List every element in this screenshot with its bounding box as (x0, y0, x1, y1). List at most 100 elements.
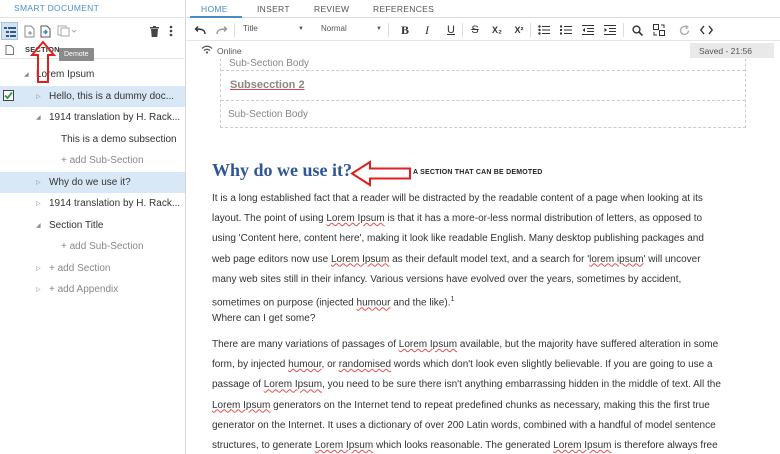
numbered-list-button[interactable] (559, 22, 573, 38)
checkbox-checked-icon[interactable] (3, 89, 14, 101)
source-code-button[interactable] (699, 22, 713, 38)
delete-button[interactable] (148, 22, 160, 40)
add-item-row[interactable]: + add Sub-Section (0, 236, 185, 257)
strikethrough-button[interactable]: S (469, 22, 481, 38)
expanded-caret-icon[interactable]: ◢ (36, 114, 41, 121)
undo-button[interactable] (193, 22, 207, 38)
section-tree-item[interactable]: ◢ 1914 translation by H. Rack... (0, 107, 185, 128)
save-status: Saved - 21:56 (690, 43, 774, 58)
spelling-flag: humour (288, 359, 322, 371)
bulleted-list-button[interactable] (537, 22, 551, 38)
subsection-body[interactable]: Sub-Section Body (228, 109, 308, 120)
collapsed-caret-icon[interactable]: ▷ (36, 93, 41, 100)
toolbar-separator (530, 23, 531, 37)
collapsed-caret-icon[interactable]: ▷ (36, 265, 41, 272)
tab-references[interactable]: REFERENCES (373, 4, 434, 14)
tree-item-label: + add Appendix (49, 284, 119, 295)
underline-button[interactable]: U (445, 22, 457, 38)
toolbar-separator (462, 23, 463, 37)
tree-item-label: + add Sub-Section (61, 241, 144, 252)
tree-item-label: 1914 translation by H. Rack... (49, 198, 181, 209)
superscript-button[interactable]: X² (512, 22, 526, 38)
section-tree-item[interactable]: ▷ 1914 translation by H. Rack... (0, 193, 185, 214)
refresh-button[interactable] (677, 22, 691, 38)
section-tree-item[interactable]: This is a demo subsection (0, 129, 185, 150)
outline-view-button[interactable] (1, 22, 18, 40)
tab-insert[interactable]: INSERT (257, 4, 290, 14)
chevron-down-icon: ▼ (376, 26, 382, 32)
footnote-marker[interactable]: 1 (450, 296, 454, 303)
expanded-caret-icon[interactable]: ◢ (24, 71, 29, 78)
kebab-menu-icon (169, 25, 173, 37)
refresh-icon (679, 24, 689, 35)
decrease-indent-button[interactable] (581, 22, 595, 38)
outdent-icon (582, 25, 594, 35)
add-item-row[interactable]: + add Sub-Section (0, 150, 185, 171)
demote-button[interactable] (38, 22, 52, 40)
increase-indent-button[interactable] (603, 22, 617, 38)
toolbar-separator (388, 23, 389, 37)
subscript-button[interactable]: X₂ (490, 22, 504, 38)
tab-home[interactable]: HOME (201, 4, 228, 14)
demote-icon (40, 25, 50, 37)
document-icon (5, 45, 14, 55)
subsection-title[interactable]: Subsecction 2 (230, 79, 305, 91)
text-run: generators on the Internet tend to repea… (270, 399, 710, 411)
redo-button[interactable] (215, 22, 229, 38)
text-run: web page editors now use (212, 253, 331, 265)
text-run: sometimes on purpose (injected (212, 297, 357, 309)
annotation-arrow-up (30, 40, 56, 83)
more-options-button[interactable] (166, 22, 176, 40)
section-heading[interactable]: Why do we use it? (212, 160, 352, 181)
section-tree-item[interactable]: ◢ Section Title (0, 215, 185, 236)
text-run: , you need to be sure there isn't anythi… (322, 379, 721, 391)
bold-button[interactable]: B (399, 22, 411, 38)
spelling-flag: Lorem Ipsum (398, 339, 458, 350)
section-paragraph[interactable]: There are many variations of passages of… (212, 335, 752, 454)
add-section-button[interactable] (22, 22, 36, 40)
replace-button[interactable] (652, 22, 666, 38)
copy-button[interactable] (56, 22, 78, 40)
tree-item-label: Hello, this is a dummy doc... (49, 90, 175, 102)
section-paragraph[interactable]: It is a long established fact that a rea… (212, 189, 752, 314)
spelling-flag: Lorem Ipsum (330, 253, 390, 265)
search-button[interactable] (630, 22, 644, 38)
list-tree-icon (3, 26, 16, 37)
collapsed-caret-icon[interactable]: ▷ (36, 286, 41, 293)
add-item-row[interactable]: ▷ + add Appendix (0, 279, 185, 300)
style-select[interactable]: Title (243, 24, 258, 33)
text-run: generator on the Internet. It uses a dic… (212, 419, 716, 431)
tree-item-label: + add Sub-Section (61, 155, 144, 166)
document-editor[interactable]: Sub-Section Body Subsecction 2 Sub-Secti… (187, 59, 780, 454)
text-run: It is a long established fact that a rea… (212, 193, 703, 204)
text-run: form, by injected (212, 359, 289, 371)
text-run: available, but the majority have suffere… (457, 339, 719, 350)
section-paragraph[interactable]: Where can I get some? (212, 309, 752, 329)
subsection-body[interactable]: Sub-Section Body (229, 59, 309, 69)
spelling-flag: randomised (338, 359, 392, 371)
numbered-list-icon (560, 25, 572, 35)
text-run: as their default model text, and a searc… (389, 253, 590, 265)
bullet-list-icon (538, 25, 550, 35)
toolbar-separator (234, 23, 235, 37)
collapsed-caret-icon[interactable]: ▷ (36, 200, 41, 207)
formatting-toolbar: Title ▼ Normal ▼ B I U S X₂ X² (187, 19, 780, 41)
left-panel: SMART DOCUMENT SECTION ◢ Lorem Ipsum ▷ H… (0, 0, 186, 454)
trash-icon (149, 25, 159, 37)
tab-review[interactable]: REVIEW (314, 4, 349, 14)
size-select[interactable]: Normal (321, 24, 347, 33)
collapsed-caret-icon[interactable]: ▷ (36, 179, 41, 186)
spelling-flag: humour (356, 297, 391, 309)
text-run: layout. The point of using (212, 213, 327, 225)
italic-button[interactable]: I (421, 22, 433, 38)
section-tree-item[interactable]: ▷ Why do we use it? (0, 171, 185, 193)
section-tree-item[interactable]: ◢ Lorem Ipsum (0, 64, 185, 85)
expanded-caret-icon[interactable]: ◢ (36, 222, 41, 229)
text-run: , or (321, 359, 339, 371)
add-item-row[interactable]: ▷ + add Section (0, 258, 185, 279)
app-title: SMART DOCUMENT (14, 3, 100, 13)
spelling-flag: Lorem Ipsum (263, 379, 323, 391)
text-run: is therefore always free (611, 440, 718, 452)
chevron-down-icon: ▼ (298, 26, 304, 32)
section-tree-item[interactable]: ▷ Hello, this is a dummy doc... (0, 85, 185, 107)
